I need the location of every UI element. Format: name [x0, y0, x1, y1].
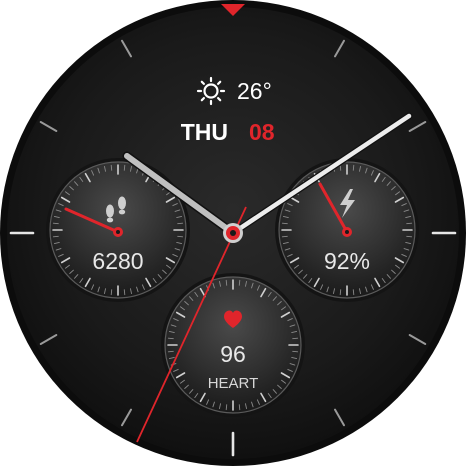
battery-subdial[interactable]: 92%	[275, 158, 419, 302]
subdial-tick	[123, 164, 126, 171]
heart-label: HEART	[208, 375, 259, 392]
subdial-tick	[281, 222, 288, 225]
subdial-tick	[225, 404, 228, 411]
subdial-tick	[352, 164, 355, 171]
subdial-tick	[292, 350, 299, 353]
subdial-tick	[339, 164, 342, 171]
day-text: 08	[249, 119, 275, 145]
subdial-tick	[123, 289, 126, 296]
subdial-tick	[177, 222, 184, 225]
steps-subdial[interactable]: 6280	[46, 158, 190, 302]
subdial-tick	[177, 235, 184, 238]
subdial-tick	[167, 350, 174, 353]
date-widget: THU 08	[181, 119, 275, 145]
subdial-tick	[352, 289, 355, 296]
weekday-text: THU	[181, 119, 228, 145]
subdial-tick	[167, 337, 174, 340]
subdial-tick	[110, 289, 113, 296]
subdial-tick	[225, 279, 228, 286]
subdial-tick	[292, 337, 299, 340]
temperature-text: 26°	[237, 78, 272, 104]
subdial-tick	[339, 289, 342, 296]
steps-value: 6280	[92, 248, 143, 274]
watch-face: 26° THU 08 6280 92% 96 HEART	[0, 0, 466, 466]
subdial-tick	[238, 279, 241, 286]
heart-value: 96	[220, 341, 246, 367]
subdial-tick	[281, 235, 288, 238]
subdial-tick	[406, 235, 413, 238]
battery-value: 92%	[324, 248, 370, 274]
subdial-tick	[52, 222, 59, 225]
subdial-tick	[110, 164, 113, 171]
subdial-tick	[238, 404, 241, 411]
subdial-tick	[406, 222, 413, 225]
subdial-tick	[52, 235, 59, 238]
